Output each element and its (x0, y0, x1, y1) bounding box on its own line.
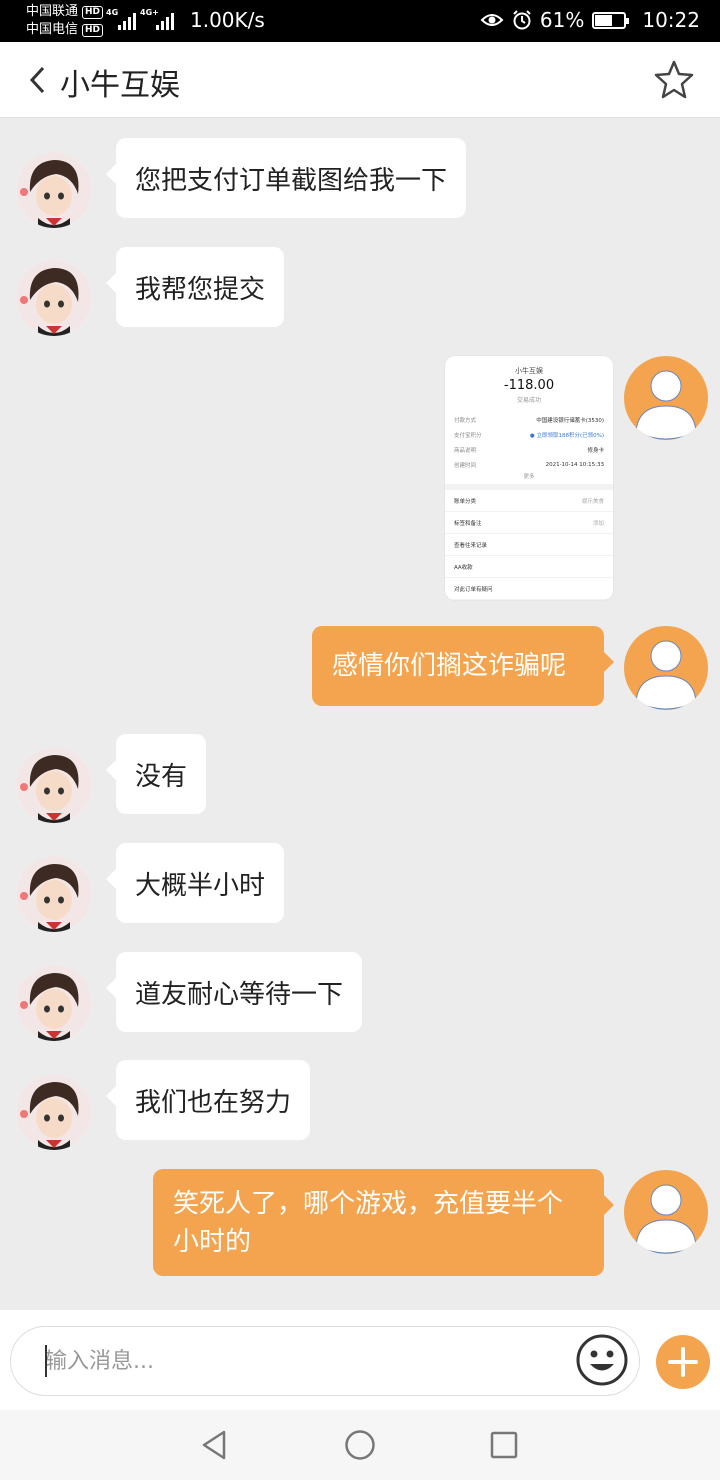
receipt-amount: -118.00 (503, 378, 555, 393)
receipt-link: 查看往来记录 (445, 534, 613, 556)
message-bubble[interactable]: 大概半小时 (105, 843, 285, 923)
screenshot-message[interactable]: 小牛互娱 -118.00 交易成功 付款方式 中国建设银行储蓄卡(3530) 支付… (445, 356, 613, 600)
agent-avatar[interactable] (16, 965, 92, 1041)
agent-avatar[interactable] (16, 1074, 92, 1150)
agent-avatar[interactable] (16, 152, 92, 228)
battery-percent: 61% (539, 8, 585, 32)
default-user-icon (635, 640, 697, 710)
message-bubble[interactable]: 笑死人了，哪个游戏，充值要半个小时的 (153, 1169, 614, 1276)
message-bubble[interactable]: 道友耐心等待一下 (105, 952, 363, 1032)
nav-recents-button[interactable] (487, 1428, 521, 1462)
carrier-2: 中国电信 (26, 22, 79, 37)
text-caret (45, 1345, 47, 1377)
agent-avatar[interactable] (16, 856, 92, 932)
triangle-back-icon (202, 1430, 226, 1460)
receipt-row: 支付宝积分 ● 立即领取188积分(已领0%) (454, 432, 604, 439)
agent-avatar[interactable] (16, 260, 92, 336)
emoji-icon (576, 1334, 628, 1386)
chevron-left-icon (29, 66, 45, 94)
chat-header: 小牛互娱 (0, 42, 720, 118)
receipt-row: 商品说明 修身卡 (454, 447, 604, 454)
system-nav-bar (0, 1410, 720, 1480)
battery-icon (592, 11, 630, 29)
signal-icons: 4G 4G+ (106, 8, 174, 30)
page-title: 小牛互娱 (60, 68, 180, 103)
nav-back-button[interactable] (198, 1428, 232, 1462)
carrier-info: 中国联通 HD 中国电信 HD (26, 3, 104, 39)
user-avatar[interactable] (624, 1170, 708, 1254)
receipt-row: 付款方式 中国建设银行储蓄卡(3530) (454, 417, 604, 424)
hd-badge: HD (82, 5, 104, 19)
agent-avatar[interactable] (16, 747, 92, 823)
message-bubble[interactable]: 没有 (105, 734, 207, 814)
eye-icon (480, 14, 504, 26)
receipt-row: 创建时间 2021-10-14 10:15:33 (454, 461, 604, 469)
net-speed: 1.00K/s (190, 8, 265, 32)
hd-badge: HD (82, 23, 104, 37)
message-input[interactable] (45, 1341, 545, 1381)
square-recents-icon (490, 1431, 518, 1459)
receipt-merchant: 小牛互娱 (515, 367, 543, 375)
receipt-more: 更多 (523, 474, 535, 480)
user-avatar[interactable] (624, 626, 708, 710)
receipt-link: 标签和备注 添加 (445, 512, 613, 534)
add-button[interactable] (656, 1335, 710, 1389)
user-avatar[interactable] (624, 356, 708, 440)
message-bubble[interactable]: 我们也在努力 (105, 1060, 311, 1140)
default-user-icon (635, 1184, 697, 1254)
message-bubble[interactable]: 我帮您提交 (105, 247, 285, 327)
signal-icon: 4G (106, 8, 136, 30)
message-input-container[interactable] (10, 1326, 640, 1396)
plus-icon (668, 1347, 698, 1377)
chat-area[interactable]: 您把支付订单截图给我一下 我帮您提交 小牛互娱 -118.00 交易成功 付款方… (0, 119, 720, 1310)
favorite-button[interactable] (652, 58, 696, 102)
emoji-button[interactable] (575, 1333, 629, 1387)
status-bar: 中国联通 HD 中国电信 HD 4G 4G+ 1.00K/s 61% 10:22 (0, 0, 720, 42)
carrier-1: 中国联通 (26, 4, 79, 19)
back-button[interactable] (22, 60, 52, 100)
message-bubble[interactable]: 您把支付订单截图给我一下 (105, 138, 467, 218)
message-bubble[interactable]: 感情你们搁这诈骗呢 (312, 626, 614, 706)
receipt-link: 账单分类 娱乐美食 (445, 490, 613, 512)
star-outline-icon (654, 60, 694, 99)
receipt-state: 交易成功 (516, 397, 541, 404)
alarm-icon (513, 10, 531, 30)
receipt-link: AA收款 (445, 556, 613, 578)
default-user-icon (635, 370, 697, 440)
signal-icon: 4G+ (140, 8, 174, 30)
receipt-link: 对此订单有疑问 (445, 578, 613, 600)
nav-home-button[interactable] (343, 1428, 377, 1462)
clock: 10:22 (642, 8, 700, 32)
circle-home-icon (345, 1430, 375, 1460)
